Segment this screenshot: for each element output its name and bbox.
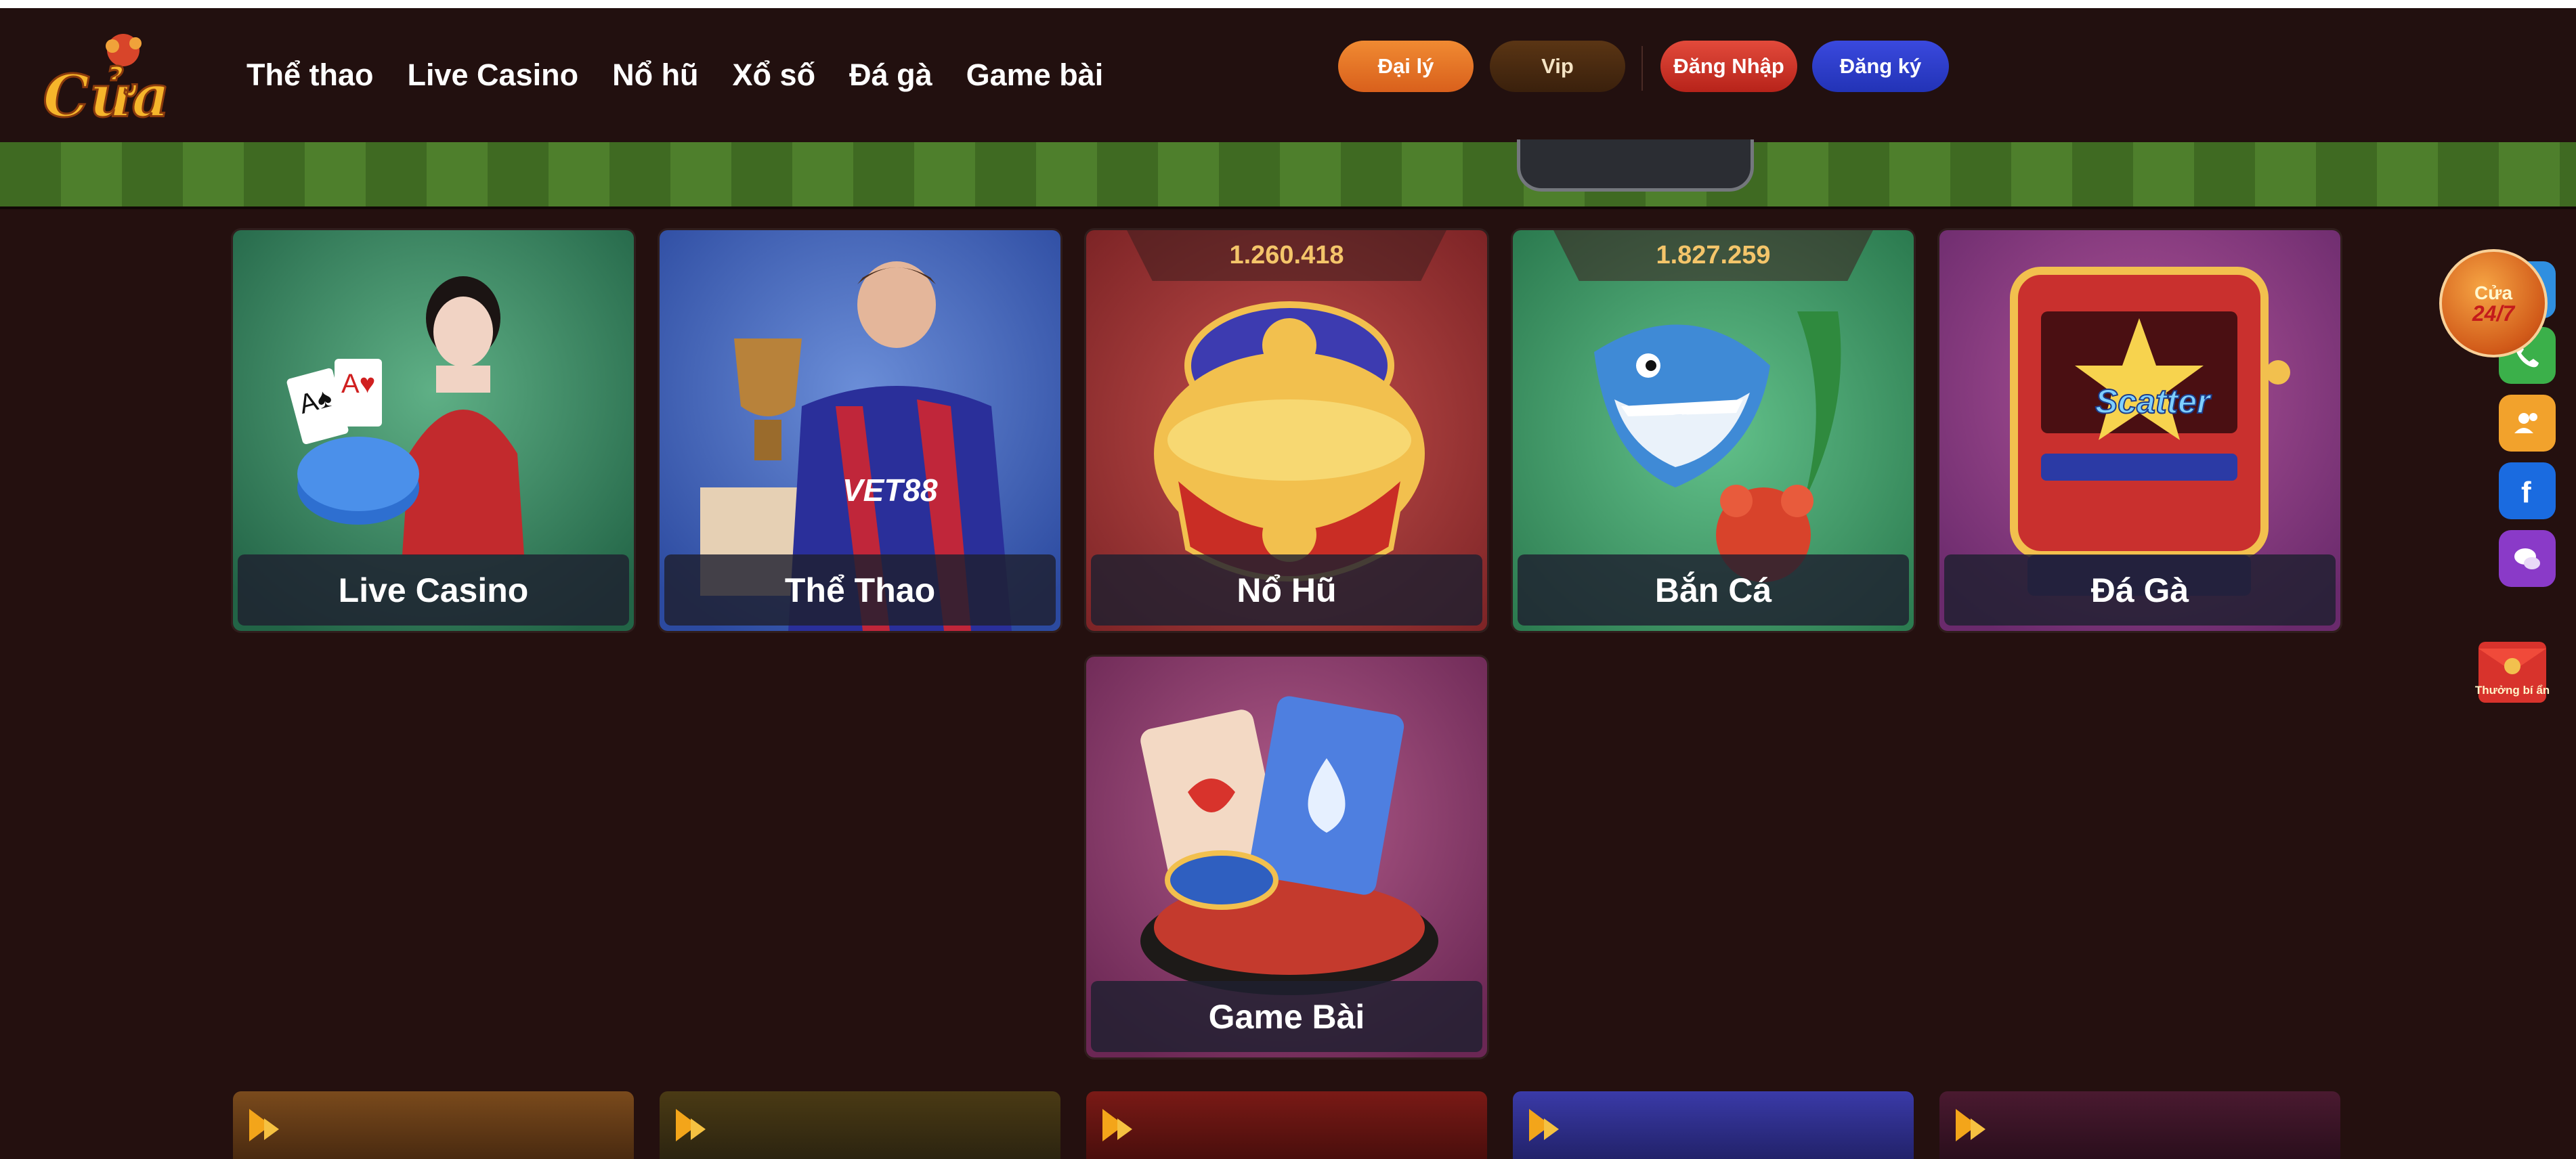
nav-da-ga[interactable]: Đá gà	[849, 58, 932, 93]
site-logo[interactable]: Cửa	[42, 28, 171, 132]
support-24-7-badge[interactable]: Cửa 24/7	[2439, 249, 2548, 357]
agent-button[interactable]: Đại lý	[1338, 41, 1474, 92]
card-label: Bắn Cá	[1518, 554, 1909, 626]
users-icon[interactable]	[2499, 395, 2556, 452]
main-nav: Thể thao Live Casino Nổ hũ Xổ số Đá gà G…	[246, 8, 1103, 142]
game-card-no-hu[interactable]: 1.260.418 Nổ Hũ	[1086, 230, 1487, 631]
facebook-icon[interactable]: f	[2499, 462, 2556, 519]
provider-card-4[interactable]	[1513, 1091, 1914, 1159]
provider-card-3[interactable]	[1086, 1091, 1487, 1159]
nav-live-casino[interactable]: Live Casino	[408, 58, 579, 93]
card-label: Thể Thao	[664, 554, 1056, 626]
nav-no-hu[interactable]: Nổ hũ	[612, 58, 698, 93]
support-line-2: 24/7	[2472, 301, 2515, 326]
svg-text:Scatter: Scatter	[2095, 382, 2212, 420]
provider-card-1[interactable]	[233, 1091, 634, 1159]
header-divider	[1641, 46, 1643, 91]
support-line-1: Cửa	[2474, 282, 2513, 303]
jackpot-counter: 1.260.418	[1127, 230, 1446, 281]
register-button[interactable]: Đăng ký	[1812, 41, 1949, 92]
jackpot-counter: 1.827.259	[1553, 230, 1873, 281]
svg-text:f: f	[2521, 476, 2531, 508]
nav-the-thao[interactable]: Thể thao	[246, 58, 374, 93]
provider-card-2[interactable]	[660, 1091, 1060, 1159]
card-label: Live Casino	[238, 554, 629, 626]
reward-label: Thưởng bí ẩn	[2474, 684, 2550, 697]
game-card-da-ga[interactable]: Scatter Đá Gà	[1939, 230, 2340, 631]
game-card-game-bai[interactable]: Game Bài	[1086, 657, 1487, 1057]
card-label: Nổ Hũ	[1091, 554, 1482, 626]
banner-phone-image	[1517, 139, 1754, 192]
hero-banner[interactable]	[0, 139, 2576, 209]
nav-xo-so[interactable]: Xổ số	[733, 58, 816, 93]
login-button[interactable]: Đăng Nhập	[1660, 41, 1797, 92]
browser-top-strip	[0, 0, 2576, 8]
card-label: Đá Gà	[1944, 554, 2336, 626]
mystery-reward-envelope[interactable]: Thưởng bí ẩn	[2472, 632, 2553, 707]
chat-icon[interactable]	[2499, 530, 2556, 587]
card-label: Game Bài	[1091, 981, 1482, 1052]
game-card-ban-ca[interactable]: 1.827.259 Bắn Cá	[1513, 230, 1914, 631]
game-card-live-casino[interactable]: A♠ A♥ Live Casino	[233, 230, 634, 631]
provider-card-5[interactable]	[1939, 1091, 2340, 1159]
nav-game-bai[interactable]: Game bài	[966, 58, 1104, 93]
svg-text:A♥: A♥	[341, 369, 375, 399]
site-header: Cửa Thể thao Live Casino Nổ hũ Xổ số Đá …	[0, 8, 2576, 144]
svg-text:VET88: VET88	[842, 473, 938, 508]
vip-button[interactable]: Vip	[1490, 41, 1625, 92]
game-card-the-thao[interactable]: VET88 Thể Thao	[660, 230, 1060, 631]
svg-text:Cửa: Cửa	[43, 62, 170, 130]
